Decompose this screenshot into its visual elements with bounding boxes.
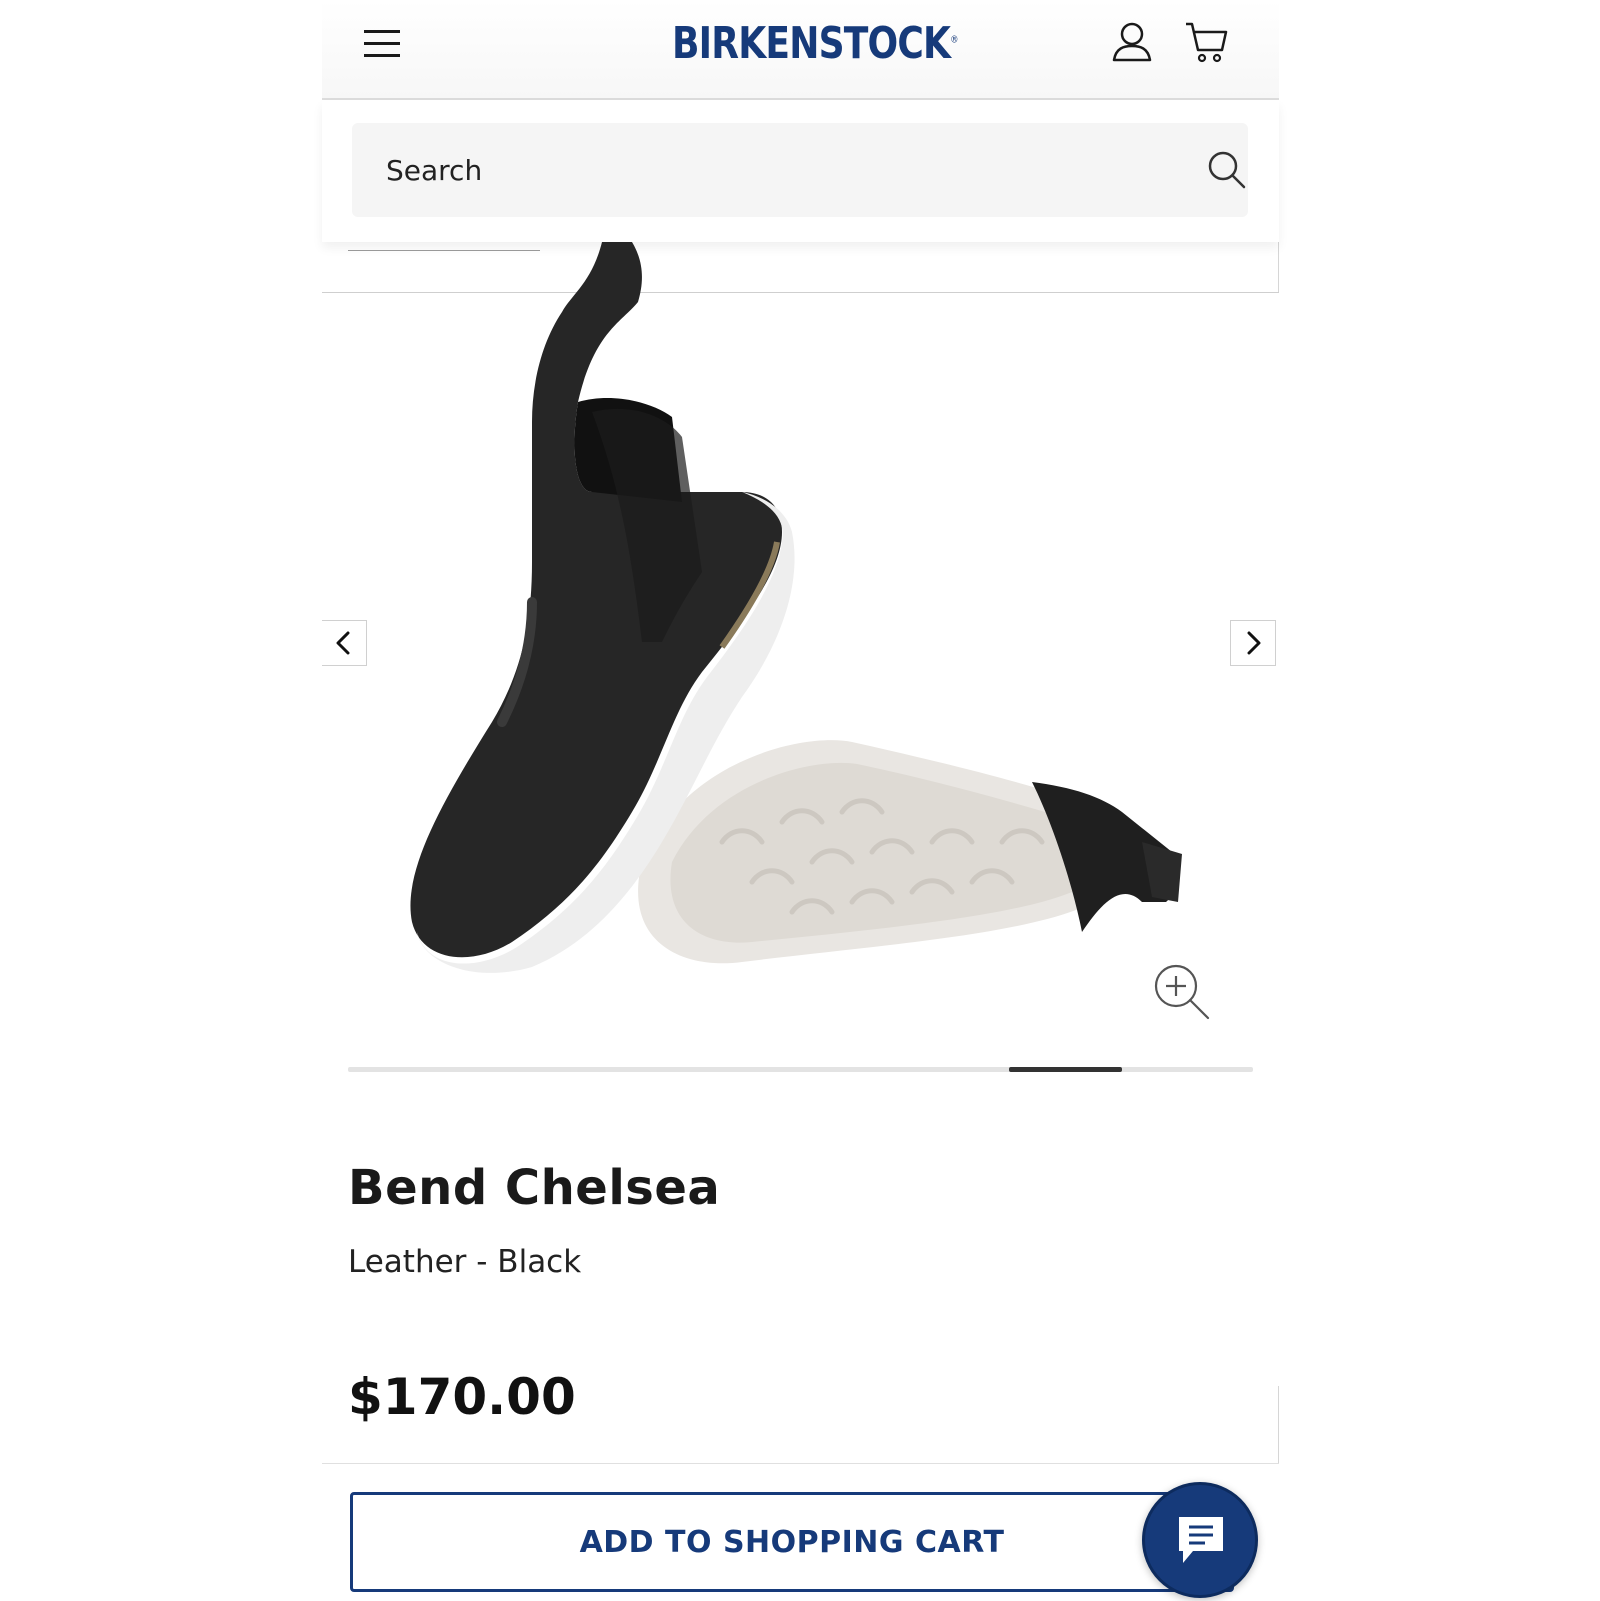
cart-icon[interactable]	[1184, 20, 1230, 64]
product-image[interactable]	[382, 242, 1202, 1002]
gallery-prev-button[interactable]	[322, 620, 367, 666]
product-price: $170.00	[348, 1368, 576, 1426]
add-to-cart-button[interactable]: ADD TO SHOPPING CART	[350, 1492, 1234, 1592]
search-box[interactable]	[352, 123, 1248, 217]
product-page: BIRKENSTOCK® Search Bend Chelsea Leather…	[322, 0, 1279, 1601]
search-icon[interactable]	[1206, 149, 1248, 191]
menu-icon[interactable]	[362, 24, 402, 64]
brand-logo[interactable]: BIRKENSTOCK®	[672, 18, 958, 72]
site-header: BIRKENSTOCK®	[322, 0, 1279, 100]
product-title: Bend Chelsea	[348, 1160, 721, 1216]
gallery-next-button[interactable]	[1230, 620, 1276, 666]
chevron-right-icon	[1247, 631, 1261, 655]
product-gallery	[322, 242, 1279, 1072]
gallery-progress-thumb[interactable]	[1009, 1067, 1122, 1072]
brand-name: BIRKENSTOCK	[672, 18, 951, 69]
search-input[interactable]	[384, 147, 1148, 193]
zoom-in-icon[interactable]	[1152, 962, 1212, 1022]
product-variant: Leather - Black	[348, 1244, 582, 1280]
add-to-cart-bar: ADD TO SHOPPING CART	[322, 1463, 1279, 1601]
chat-button[interactable]	[1142, 1482, 1258, 1598]
chat-icon	[1179, 1517, 1223, 1563]
registered-mark: ®	[950, 34, 958, 46]
search-panel	[322, 100, 1279, 242]
account-icon[interactable]	[1110, 20, 1154, 64]
chevron-left-icon	[336, 631, 350, 655]
